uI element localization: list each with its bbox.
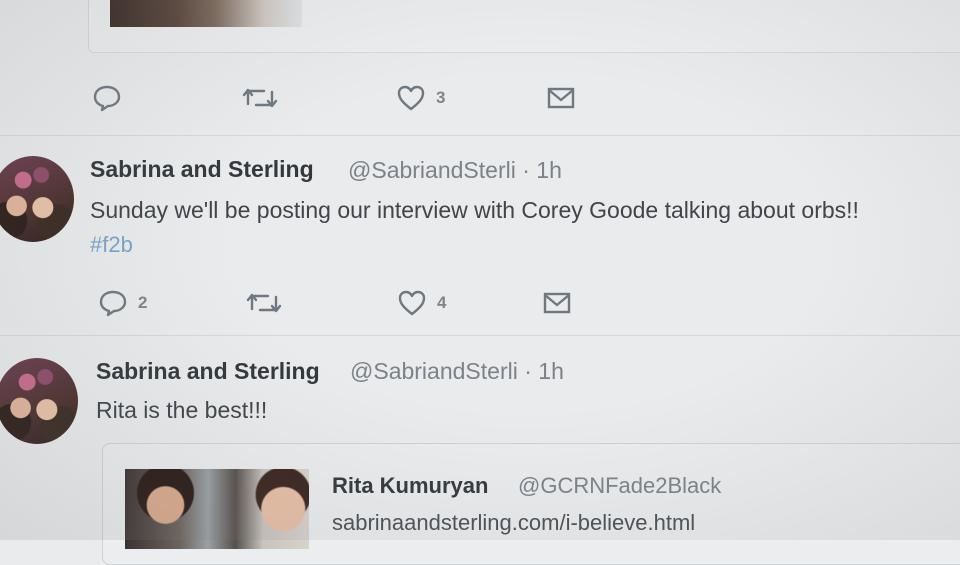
quoted-link[interactable]: sabrinaandsterling.com/i-believe.html (332, 510, 695, 536)
like-count: 4 (437, 293, 447, 312)
tweet-author-handle[interactable]: @SabriandSterli · 1h (348, 157, 562, 184)
tweet-author-name[interactable]: Sabrina and Sterling (90, 156, 314, 183)
reply-button[interactable]: 2 (98, 289, 147, 317)
tweet-divider (0, 135, 960, 136)
tweet-timestamp[interactable]: 1h (538, 358, 564, 384)
reply-button[interactable] (92, 84, 122, 112)
message-button[interactable] (542, 289, 572, 317)
quoted-author-name[interactable]: Rita Kumuryan (332, 473, 488, 499)
heart-icon (397, 85, 425, 111)
hashtag-link[interactable]: #f2b (90, 232, 133, 258)
retweet-icon (246, 293, 282, 313)
heart-icon (398, 290, 426, 316)
message-button[interactable] (546, 84, 576, 112)
tweet-text: Sunday we'll be posting our interview wi… (90, 197, 859, 223)
reply-count: 2 (138, 293, 148, 312)
reply-icon (99, 290, 127, 317)
previous-tweet-media-image[interactable] (110, 0, 302, 27)
avatar[interactable] (0, 358, 78, 444)
quoted-tweet-image[interactable] (125, 469, 309, 549)
tweet-text: Rita is the best!!! (96, 397, 268, 423)
retweet-button[interactable] (246, 289, 282, 317)
tweet-divider (0, 335, 960, 336)
avatar[interactable] (0, 156, 74, 242)
retweet-button[interactable] (242, 84, 278, 112)
retweet-icon (242, 88, 278, 108)
envelope-icon (547, 87, 575, 109)
tweet-actions: 2 4 (0, 289, 960, 319)
quoted-author-handle[interactable]: @GCRNFade2Black (518, 473, 721, 499)
tweet-author-name[interactable]: Sabrina and Sterling (96, 358, 320, 385)
tweet-author-handle[interactable]: @SabriandSterli · 1h (350, 358, 564, 385)
like-button[interactable]: 4 (397, 289, 446, 317)
previous-tweet-actions: 3 (0, 84, 960, 114)
envelope-icon (543, 292, 571, 314)
reply-icon (93, 85, 121, 112)
like-button[interactable]: 3 (396, 84, 445, 112)
tweet-timestamp[interactable]: 1h (536, 157, 562, 183)
like-count: 3 (436, 88, 446, 107)
